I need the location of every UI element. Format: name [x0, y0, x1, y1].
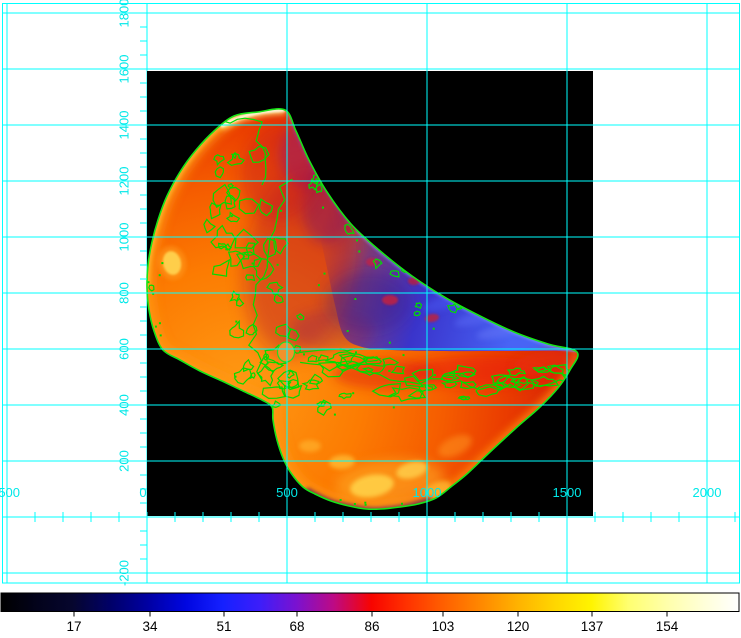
- contour-speck: [316, 178, 318, 180]
- contour-speck: [340, 499, 342, 501]
- contour-speck: [389, 342, 391, 344]
- contour-speck: [155, 326, 157, 328]
- colorbar-tick-label: 34: [142, 619, 158, 634]
- contour-speck: [324, 273, 326, 275]
- contour-speck: [434, 374, 436, 376]
- contour-speck: [277, 264, 279, 266]
- contour-speck: [355, 351, 357, 353]
- colorbar-tick-label: 120: [507, 619, 530, 634]
- colorbar[interactable]: 17 34 51 68 86 103 120 137 154: [1, 593, 739, 634]
- contour-speck: [388, 370, 390, 372]
- contour-speck: [433, 328, 435, 330]
- region-marker-ellipse[interactable]: [278, 342, 295, 362]
- colorbar-tick-label: 154: [656, 619, 679, 634]
- contour-speck: [231, 215, 233, 217]
- cloud-feature: [382, 295, 398, 305]
- contour-speck: [334, 414, 336, 416]
- contour-speck: [393, 406, 395, 408]
- y-axis-tick-label: 1200: [117, 167, 132, 196]
- contour-speck: [347, 330, 349, 332]
- contour-speck: [160, 334, 162, 336]
- plot-canvas: -500 0 500 1000 1500 2000 -200 200 400 600 800 1000…: [0, 0, 741, 638]
- colorbar-tick-label: 137: [581, 619, 604, 634]
- contour-speck: [457, 369, 459, 371]
- contour-speck: [403, 354, 405, 356]
- contour-speck: [322, 207, 324, 209]
- contour-speck: [252, 263, 254, 265]
- y-axis-tick-label: 1400: [117, 111, 132, 140]
- contour-speck: [354, 298, 356, 300]
- contour-speck: [364, 502, 366, 504]
- x-axis-tick-label: 1500: [553, 485, 582, 500]
- contour-speck: [318, 284, 320, 286]
- colorbar-tick-label: 51: [216, 619, 231, 634]
- contour-speck: [280, 210, 282, 212]
- colorbar-tick-label: 103: [432, 619, 455, 634]
- contour-speck: [159, 274, 161, 276]
- x-axis-tick-label: -500: [0, 485, 20, 500]
- x-axis-tick-label: 1000: [413, 485, 442, 500]
- x-axis-tick-label: 0: [139, 485, 146, 500]
- contour-speck: [159, 322, 161, 324]
- y-axis-tick-label: 600: [117, 338, 132, 360]
- contour-speck: [365, 504, 367, 506]
- x-axis-tick-label: 500: [276, 485, 298, 500]
- colorbar-tick-label: 86: [364, 619, 379, 634]
- y-axis-tick-label: 800: [117, 282, 132, 304]
- contour-speck: [341, 369, 343, 371]
- colorbar-strip[interactable]: [1, 593, 739, 612]
- y-axis-tick-label: 200: [117, 450, 132, 472]
- contour-speck: [356, 239, 358, 241]
- y-axis-tick-label: 1800: [117, 0, 132, 27]
- contour-speck: [235, 321, 237, 323]
- contour-speck: [352, 392, 354, 394]
- colorbar-tick-label: 17: [66, 619, 81, 634]
- colorbar-tick-label: 68: [289, 619, 304, 634]
- y-axis-tick-label: 400: [117, 394, 132, 416]
- contour-speck: [161, 262, 163, 264]
- contour-speck: [148, 281, 150, 283]
- cloud-feature: [326, 272, 410, 332]
- contour-speck: [401, 503, 403, 505]
- cloud-feature: [299, 440, 321, 452]
- y-axis-tick-label: 1000: [117, 223, 132, 252]
- contour-speck: [354, 503, 356, 505]
- image-display-window: -500 0 500 1000 1500 2000 -200 200 400 600 800 1000…: [0, 0, 741, 638]
- contour-speck: [358, 251, 360, 253]
- y-axis-tick-label: 1600: [117, 55, 132, 84]
- y-axis-tick-label: -200: [117, 560, 132, 586]
- contour-speck: [303, 353, 305, 355]
- contour-speck: [235, 376, 237, 378]
- x-axis-tick-label: 2000: [693, 485, 722, 500]
